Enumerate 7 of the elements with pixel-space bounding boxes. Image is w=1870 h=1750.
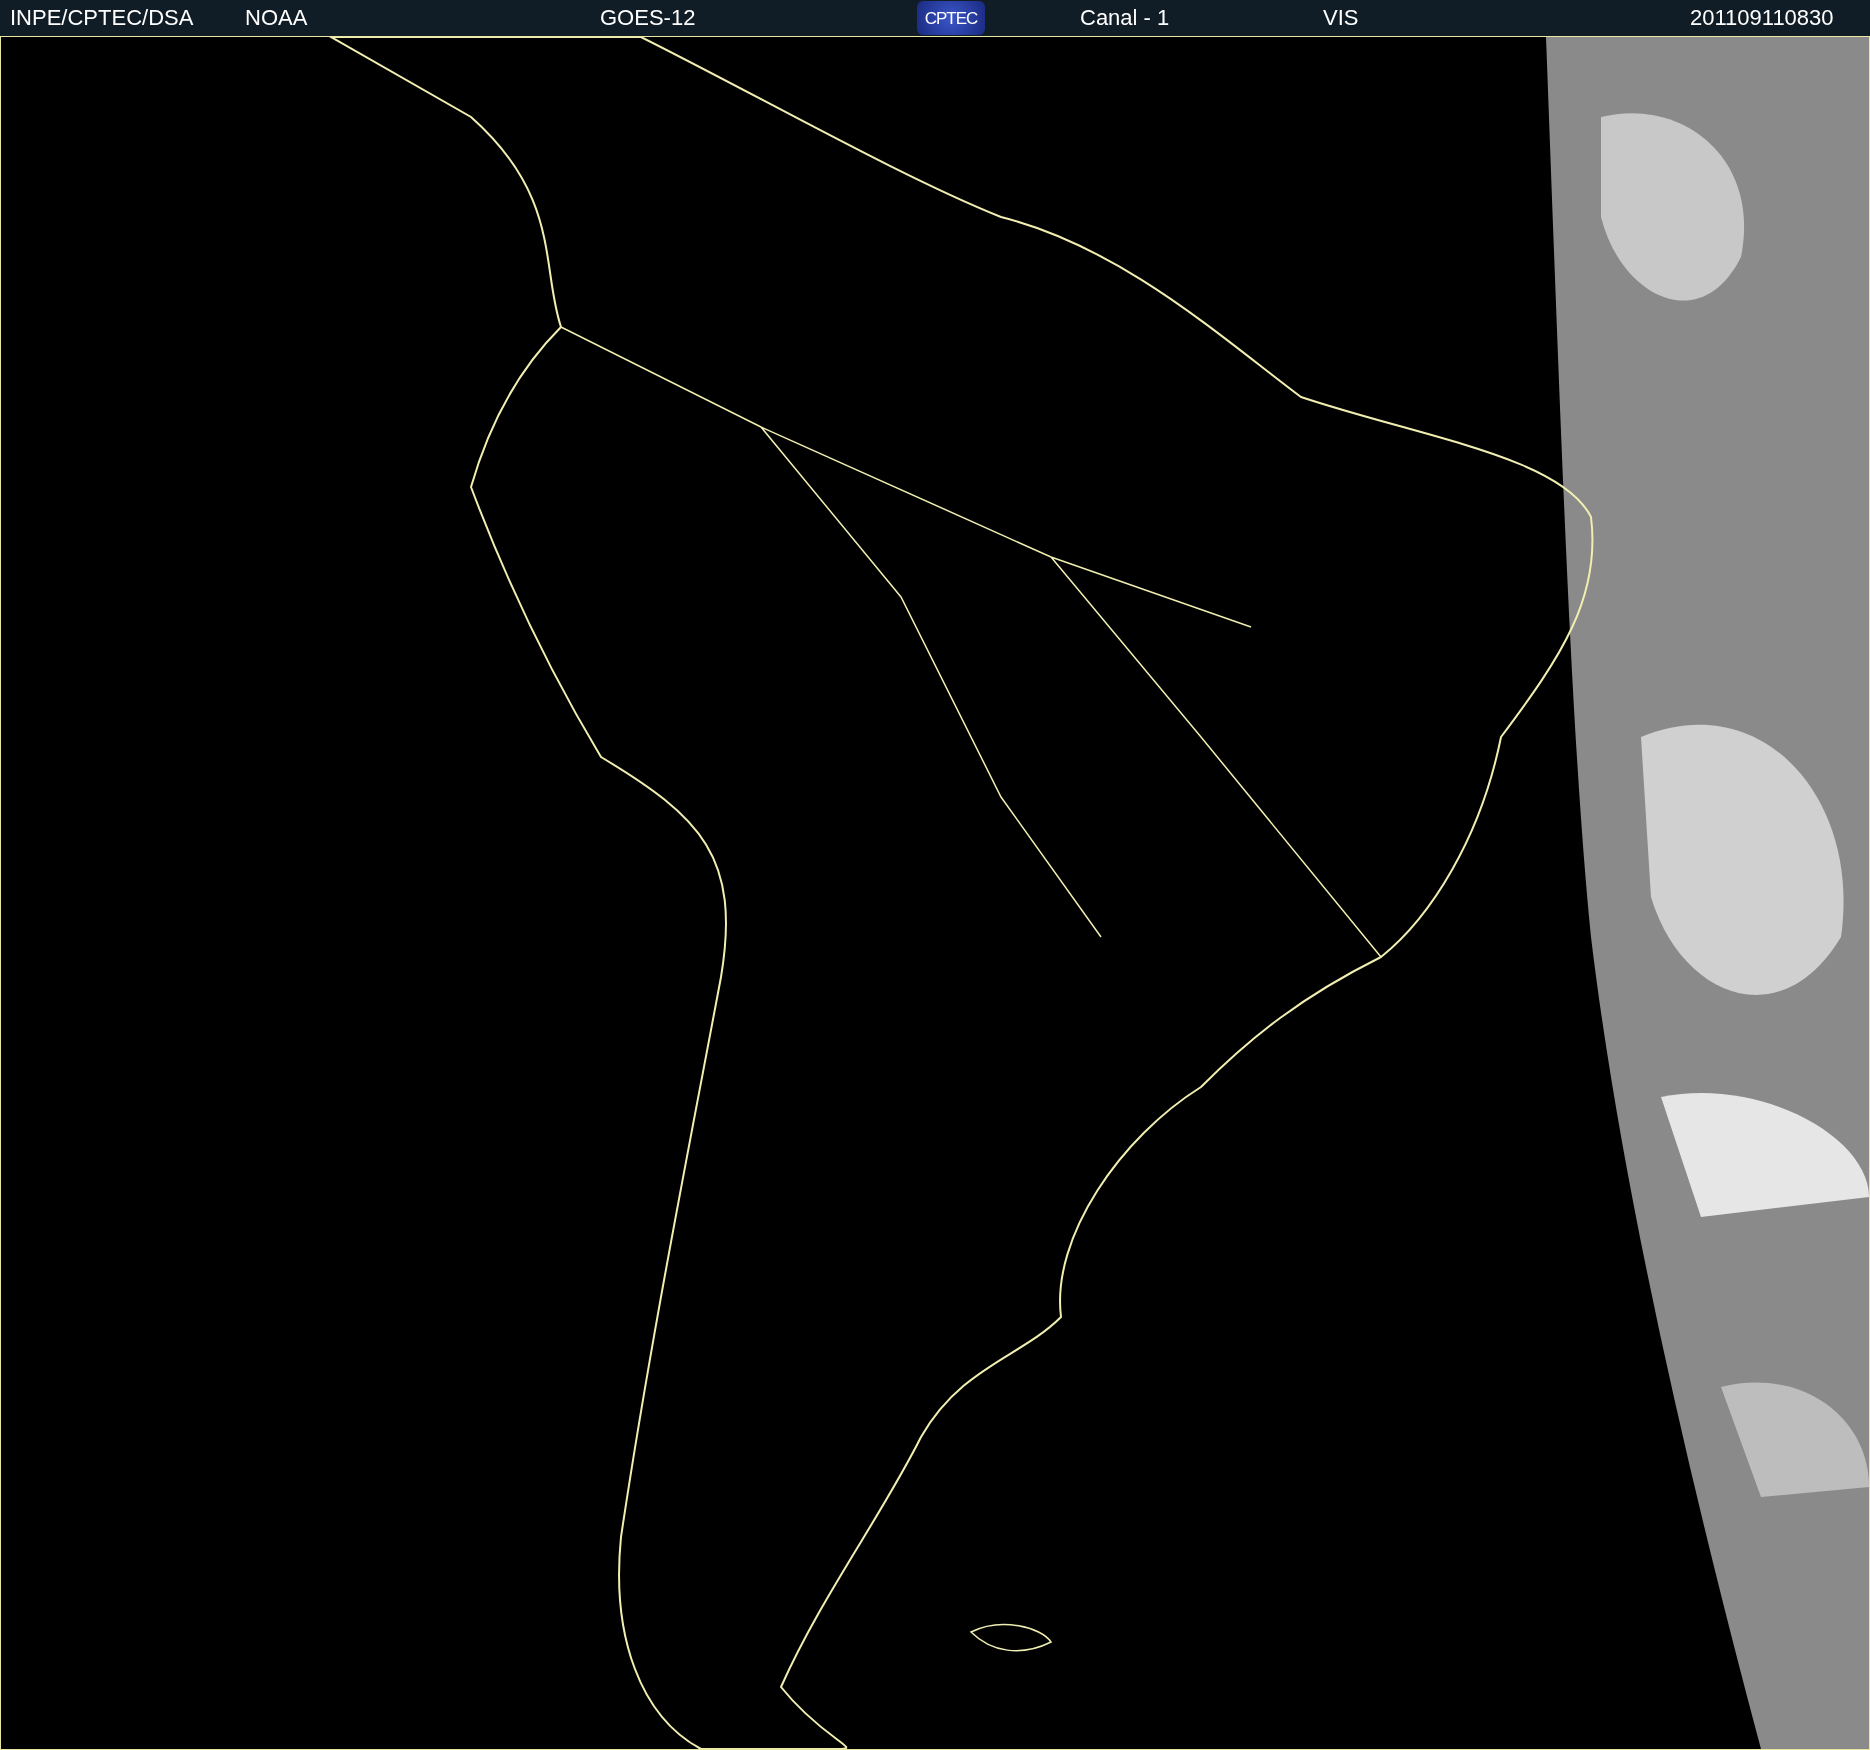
band-label: VIS	[1323, 7, 1360, 29]
logo: CPTEC	[917, 1, 985, 35]
source-label: INPE/CPTEC/DSA	[10, 7, 195, 29]
timestamp-label: 201109110830	[1690, 7, 1834, 29]
satellite-label: GOES-12	[600, 7, 697, 29]
agency-label: NOAA	[245, 7, 309, 29]
channel-label: Canal - 1	[1080, 7, 1171, 29]
